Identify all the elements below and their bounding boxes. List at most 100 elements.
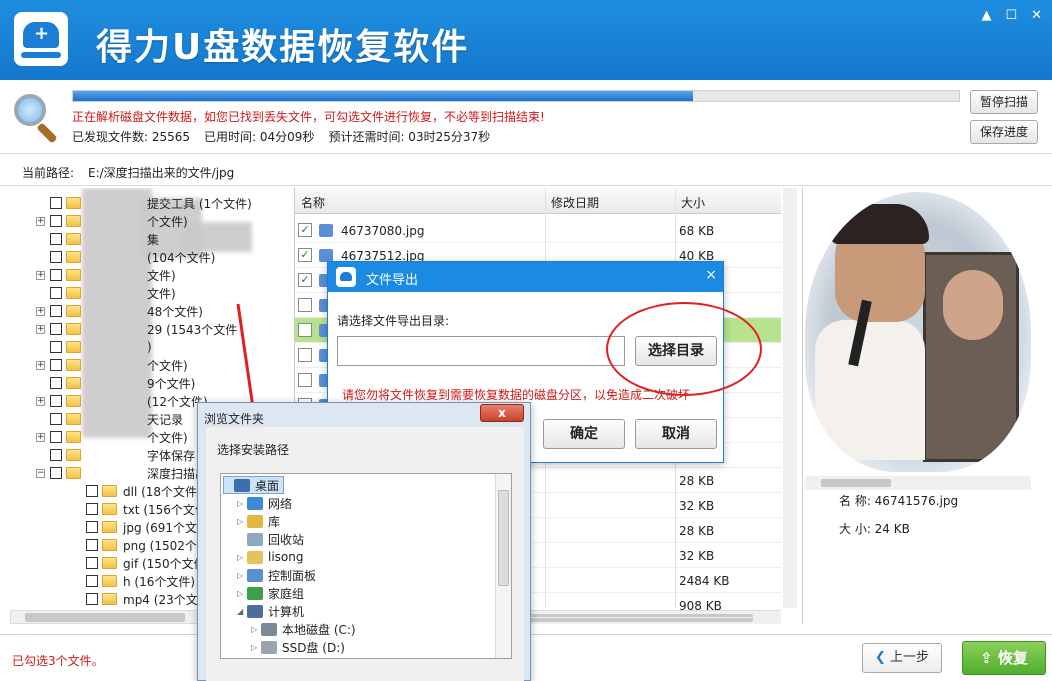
folder-browser-item[interactable]: ▷ 网络 xyxy=(237,494,292,512)
tree-item[interactable]: + (12个文件) xyxy=(36,392,208,410)
tree-item[interactable]: + 个文件) xyxy=(36,356,188,374)
tree-item-checkbox[interactable] xyxy=(50,413,62,425)
row-checkbox[interactable]: ✓ xyxy=(298,248,312,262)
tree-item-checkbox[interactable] xyxy=(50,323,62,335)
browse-dialog-close-button[interactable]: x xyxy=(480,404,524,422)
tree-item-label: 提交工具 (1个文件) xyxy=(147,196,252,211)
folder-browser-item[interactable]: ▷ lisong xyxy=(237,548,303,566)
row-checkbox[interactable] xyxy=(298,348,312,362)
expand-arrow-icon[interactable]: ▷ xyxy=(237,589,247,598)
tree-item-checkbox[interactable] xyxy=(50,251,62,263)
tree-item[interactable]: + 个文件) xyxy=(36,212,188,230)
expand-toggle-icon[interactable]: + xyxy=(36,306,45,316)
previous-step-button[interactable]: ❮ 上一步 xyxy=(862,643,942,673)
expand-toggle-icon[interactable]: + xyxy=(36,396,45,406)
folder-browser-item[interactable]: ▷ 控制面板 xyxy=(237,566,316,584)
expand-arrow-icon[interactable]: ▷ xyxy=(237,517,247,526)
close-button[interactable]: ✕ xyxy=(1031,8,1042,23)
tree-item[interactable]: 9个文件) xyxy=(36,374,195,392)
tree-item[interactable]: +48个文件) xyxy=(36,302,203,320)
tree-item[interactable]: + 个文件) xyxy=(36,428,188,446)
row-checkbox[interactable] xyxy=(298,373,312,387)
tree-item[interactable]: + 文件) xyxy=(36,266,176,284)
folder-browser-tree[interactable]: 桌面 ▷ 网络 ▷ 库回收站 ▷ lisong ▷ 控制面板 ▷ 家庭组 ◢ 计算机 ▷ 本地磁盘 (C:)… xyxy=(220,473,512,659)
tree-item-checkbox[interactable] xyxy=(50,287,62,299)
browser-vertical-scrollbar[interactable] xyxy=(495,474,511,658)
folder-browser-label: SSD盘 (D:) xyxy=(282,640,345,655)
folder-browser-item[interactable]: ▷ 本地磁盘 (C:) xyxy=(251,620,356,638)
tree-item-checkbox[interactable] xyxy=(50,377,62,389)
row-checkbox[interactable]: ✓ xyxy=(298,223,312,237)
folder-browser-item[interactable]: ▷ 家庭组 xyxy=(237,584,304,602)
tree-item-checkbox[interactable] xyxy=(50,449,62,461)
tree-item[interactable]: mp4 (23个文件 xyxy=(72,590,210,608)
tree-item[interactable]: dll (18个文件) xyxy=(72,482,202,500)
tree-item[interactable]: 集 xyxy=(36,230,159,248)
tree-item-checkbox[interactable] xyxy=(50,269,62,281)
row-checkbox[interactable] xyxy=(298,298,312,312)
row-checkbox[interactable]: ✓ xyxy=(298,273,312,287)
expand-arrow-icon[interactable]: ▷ xyxy=(251,625,261,634)
preview-scrollbar[interactable] xyxy=(805,476,1031,490)
expand-toggle-icon[interactable]: − xyxy=(36,468,45,478)
expand-toggle-icon[interactable]: + xyxy=(36,324,45,334)
tree-item-checkbox[interactable] xyxy=(50,305,62,317)
folder-browser-item[interactable]: ▷ SSD盘 (D:) xyxy=(251,638,345,656)
column-size[interactable]: 大小 xyxy=(681,194,705,211)
tree-item[interactable]: txt (156个文件) xyxy=(72,500,212,518)
tree-item-checkbox[interactable] xyxy=(50,215,62,227)
tree-item-checkbox[interactable] xyxy=(86,521,98,533)
tree-item[interactable]: 天记录 xyxy=(36,410,183,428)
tree-item[interactable]: 提交工具 (1个文件) xyxy=(36,194,252,212)
tree-item[interactable]: (104个文件) xyxy=(36,248,215,266)
tree-item-checkbox[interactable] xyxy=(50,341,62,353)
recover-button[interactable]: ⇪ 恢复 xyxy=(962,641,1046,675)
tree-item[interactable]: h (16个文件) xyxy=(72,572,195,590)
tree-item-checkbox[interactable] xyxy=(50,431,62,443)
tree-item[interactable]: gif (150个文件) xyxy=(72,554,210,572)
folder-browser-item[interactable]: 回收站 xyxy=(237,530,304,548)
tree-item-checkbox[interactable] xyxy=(86,503,98,515)
tree-item-checkbox[interactable] xyxy=(86,593,98,605)
minimize-button[interactable]: ▲ xyxy=(981,8,991,23)
location-icon xyxy=(234,478,250,492)
tree-item[interactable]: 文件) xyxy=(36,284,176,302)
expand-arrow-icon[interactable]: ◢ xyxy=(237,607,247,616)
ok-button[interactable]: 确定 xyxy=(543,419,625,449)
folder-browser-item[interactable]: ◢ 计算机 xyxy=(237,602,304,620)
export-dialog-close-icon[interactable]: × xyxy=(705,267,717,283)
cancel-button[interactable]: 取消 xyxy=(635,419,717,449)
tree-item[interactable]: +29 (1543个文件 xyxy=(36,320,237,338)
expand-arrow-icon[interactable]: ▷ xyxy=(251,643,261,652)
expand-toggle-icon[interactable]: + xyxy=(36,432,45,442)
tree-item-checkbox[interactable] xyxy=(50,197,62,209)
expand-arrow-icon[interactable]: ▷ xyxy=(237,553,247,562)
table-row[interactable]: ✓ 46737080.jpg 68 KB xyxy=(295,218,781,243)
list-vertical-scrollbar[interactable] xyxy=(783,188,797,608)
tree-item-checkbox[interactable] xyxy=(86,575,98,587)
tree-item-checkbox[interactable] xyxy=(50,233,62,245)
column-name[interactable]: 名称 xyxy=(301,194,325,211)
tree-item-checkbox[interactable] xyxy=(50,467,62,479)
folder-browser-item[interactable]: 桌面 xyxy=(223,476,285,494)
tree-item-checkbox[interactable] xyxy=(50,359,62,371)
tree-item-checkbox[interactable] xyxy=(86,539,98,551)
folder-browser-item[interactable]: ▷ 库 xyxy=(237,512,280,530)
expand-toggle-icon[interactable]: + xyxy=(36,360,45,370)
maximize-button[interactable]: ☐ xyxy=(1005,8,1017,23)
tree-item-checkbox[interactable] xyxy=(50,395,62,407)
tree-item-checkbox[interactable] xyxy=(86,485,98,497)
folder-icon xyxy=(102,539,117,551)
pause-scan-button[interactable]: 暂停扫描 xyxy=(970,90,1038,114)
column-date[interactable]: 修改日期 xyxy=(551,194,599,211)
expand-arrow-icon[interactable]: ▷ xyxy=(237,571,247,580)
save-progress-button[interactable]: 保存进度 xyxy=(970,120,1038,144)
expand-toggle-icon[interactable]: + xyxy=(36,270,45,280)
tree-item[interactable]: ) xyxy=(36,338,152,356)
row-checkbox[interactable] xyxy=(298,323,312,337)
expand-arrow-icon[interactable]: ▷ xyxy=(237,499,247,508)
tree-item[interactable]: jpg (691个文件 xyxy=(72,518,209,536)
export-directory-input[interactable] xyxy=(337,336,625,366)
tree-item-checkbox[interactable] xyxy=(86,557,98,569)
expand-toggle-icon[interactable]: + xyxy=(36,216,45,226)
